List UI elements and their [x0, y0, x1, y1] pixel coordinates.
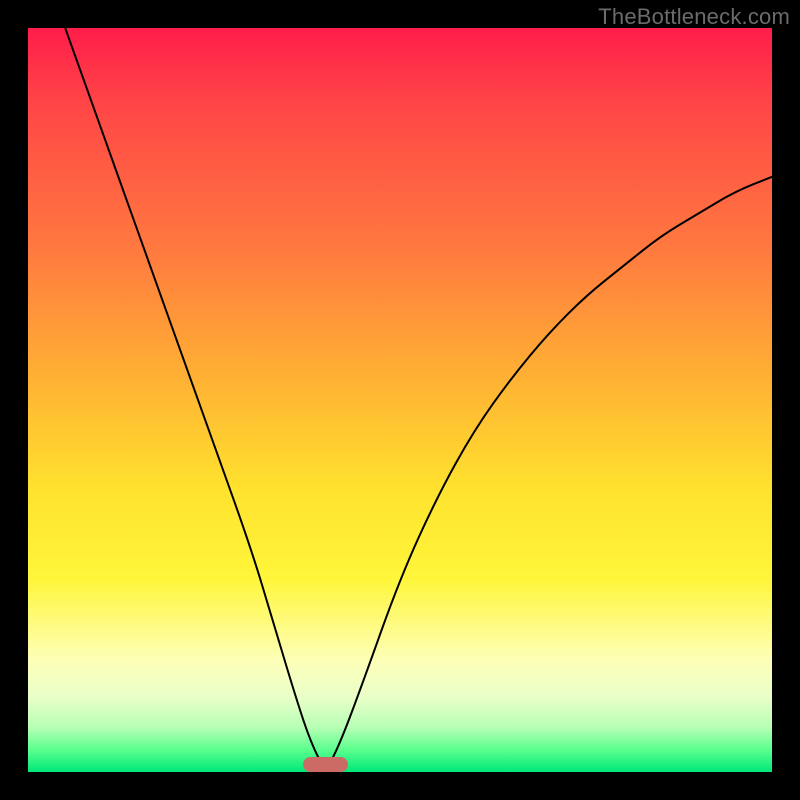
optimum-marker: [303, 757, 348, 772]
chart-plot-area: [28, 28, 772, 772]
watermark-text: TheBottleneck.com: [598, 4, 790, 30]
bottleneck-curve: [28, 28, 772, 772]
chart-frame: TheBottleneck.com: [0, 0, 800, 800]
